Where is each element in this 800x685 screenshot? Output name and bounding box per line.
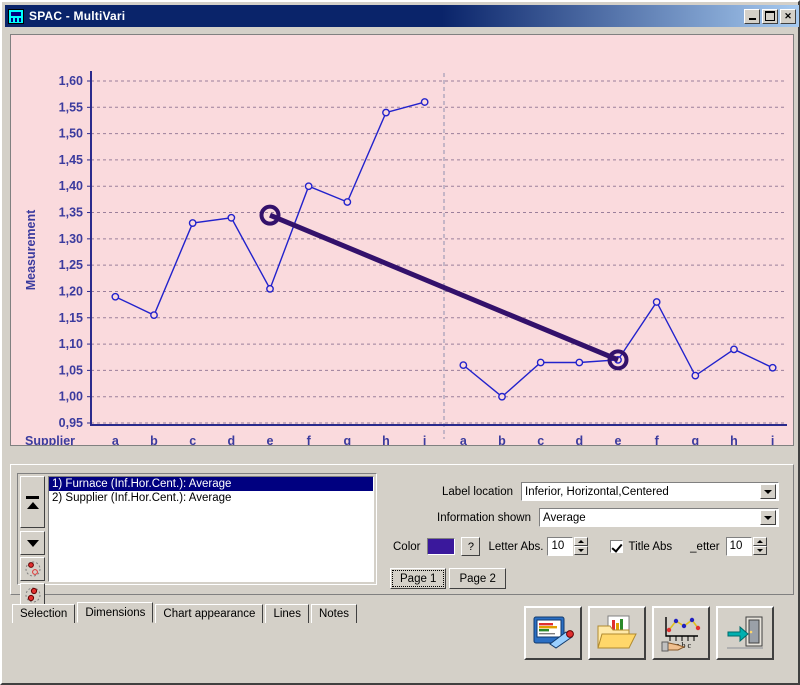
svg-text:1,10: 1,10 <box>59 337 83 351</box>
dimensions-panel: 1) Furnace (Inf.Hor.Cent.): Average 2) S… <box>10 464 794 607</box>
chart-hand-icon: a b c <box>661 617 701 652</box>
minimize-button[interactable] <box>744 8 760 24</box>
dimension-list-buttons <box>18 474 48 607</box>
svg-text:d: d <box>576 434 584 445</box>
svg-text:a: a <box>112 434 120 445</box>
multivari-chart: 1,60 1,55 1,50 1,45 1,40 1,35 1,30 1,25 1,20 1,15… <box>11 35 793 445</box>
maximize-button[interactable] <box>762 8 778 24</box>
svg-text:1,50: 1,50 <box>59 127 83 141</box>
svg-text:h: h <box>730 434 738 445</box>
label-location-label: Label location <box>442 485 513 498</box>
svg-text:1,45: 1,45 <box>59 153 83 167</box>
letter-abs-decrement[interactable] <box>574 546 589 555</box>
letter-abs-value[interactable]: 10 <box>547 537 574 556</box>
letter-label: _etter <box>690 540 720 553</box>
page-buttons: Page 1 Page 2 <box>390 568 506 589</box>
dots-circle-icon <box>25 561 40 577</box>
svg-text:1,05: 1,05 <box>59 363 83 377</box>
information-shown-row: Information shown Average <box>421 508 779 527</box>
information-shown-label: Information shown <box>437 511 531 524</box>
label-location-select[interactable]: Inferior, Horizontal,Centered <box>521 482 779 501</box>
svg-text:b: b <box>498 434 506 445</box>
svg-text:1,35: 1,35 <box>59 206 83 220</box>
chevron-down-icon[interactable] <box>760 484 776 499</box>
label-location-row: Label location Inferior, Horizontal,Cent… <box>421 482 779 501</box>
tab-lines[interactable]: Lines <box>265 604 309 623</box>
svg-text:1,40: 1,40 <box>59 179 83 193</box>
svg-text:c: c <box>189 434 196 445</box>
svg-text:c: c <box>537 434 544 445</box>
exit-button[interactable] <box>716 606 774 660</box>
letter-decrement[interactable] <box>752 546 767 555</box>
open-folder-button[interactable] <box>588 606 646 660</box>
svg-text:b: b <box>150 434 158 445</box>
letter-abs-stepper[interactable]: 10 <box>547 537 589 556</box>
svg-text:1,55: 1,55 <box>59 100 83 114</box>
letter-stepper[interactable]: 10 <box>725 537 767 556</box>
color-label: Color <box>393 540 421 553</box>
arrow-down-icon <box>26 539 39 547</box>
svg-text:g: g <box>344 434 352 445</box>
letter-increment[interactable] <box>752 537 767 546</box>
svg-text:d: d <box>228 434 236 445</box>
svg-text:1,30: 1,30 <box>59 232 83 246</box>
svg-text:Supplier: Supplier <box>25 434 75 445</box>
tab-chart-appearance[interactable]: Chart appearance <box>155 604 264 623</box>
edit-chart-button[interactable] <box>524 606 582 660</box>
label-location-value: Inferior, Horizontal,Centered <box>525 485 669 498</box>
dimension-list[interactable]: 1) Furnace (Inf.Hor.Cent.): Average 2) S… <box>48 476 374 582</box>
move-down-button[interactable] <box>20 531 45 555</box>
svg-text:Measurement: Measurement <box>24 209 38 290</box>
tab-notes[interactable]: Notes <box>310 604 357 623</box>
exit-door-icon <box>727 616 763 649</box>
application-window: SPAC - MultiVari ✕ 1,60 1,55 1,50 1,45 1,40 1… <box>0 0 800 685</box>
edit-chart-icon <box>533 616 574 649</box>
color-row: Color ? Letter Abs. 10 Title Abs _etter … <box>393 537 767 556</box>
svg-text:i: i <box>423 434 426 445</box>
window-title: SPAC - MultiVari <box>29 9 126 23</box>
title-bar: SPAC - MultiVari ✕ <box>5 5 799 27</box>
multivari-chart-panel[interactable]: 1,60 1,55 1,50 1,45 1,40 1,35 1,30 1,25 1,20 1,15… <box>10 34 794 446</box>
tab-selection[interactable]: Selection <box>12 604 76 623</box>
svg-text:1,20: 1,20 <box>59 284 83 298</box>
list-item[interactable]: 1) Furnace (Inf.Hor.Cent.): Average <box>49 477 373 491</box>
information-shown-value: Average <box>543 511 586 524</box>
group-dots-button-1[interactable] <box>20 557 45 581</box>
svg-text:e: e <box>267 434 274 445</box>
bottom-toolbar: a b c <box>524 606 774 660</box>
page-1-button[interactable]: Page 1 <box>390 568 447 589</box>
open-folder-icon <box>597 615 637 649</box>
title-abs-label: Title Abs <box>628 540 673 553</box>
svg-text:1,60: 1,60 <box>59 74 83 88</box>
svg-text:0,95: 0,95 <box>59 416 83 430</box>
dimension-list-container: 1) Furnace (Inf.Hor.Cent.): Average 2) S… <box>17 473 377 607</box>
page-2-button[interactable]: Page 2 <box>449 568 506 589</box>
top-bar-icon <box>26 495 39 499</box>
close-button[interactable]: ✕ <box>780 8 796 24</box>
letter-value[interactable]: 10 <box>725 537 752 556</box>
color-swatch[interactable] <box>427 538 456 555</box>
list-item[interactable]: 2) Supplier (Inf.Hor.Cent.): Average <box>49 491 373 505</box>
svg-text:1,15: 1,15 <box>59 311 83 325</box>
letter-abs-increment[interactable] <box>574 537 589 546</box>
svg-text:1,00: 1,00 <box>59 390 83 404</box>
color-help-button[interactable]: ? <box>461 537 481 556</box>
title-abs-checkbox[interactable] <box>610 540 624 553</box>
arrow-up-icon <box>26 501 39 509</box>
tab-bar: Selection Dimensions Chart appearance Li… <box>12 602 359 623</box>
window-controls: ✕ <box>744 8 796 24</box>
svg-text:h: h <box>382 434 390 445</box>
svg-text:e: e <box>615 434 622 445</box>
svg-text:i: i <box>771 434 774 445</box>
tab-dimensions[interactable]: Dimensions <box>77 602 154 623</box>
svg-text:a: a <box>460 434 468 445</box>
customize-chart-button[interactable]: a b c <box>652 606 710 660</box>
chevron-down-icon[interactable] <box>760 510 776 525</box>
app-icon <box>8 8 24 24</box>
information-shown-select[interactable]: Average <box>539 508 779 527</box>
move-up-button[interactable] <box>20 476 45 528</box>
svg-text:g: g <box>692 434 700 445</box>
letter-abs-label: Letter Abs. <box>488 540 544 553</box>
svg-text:1,25: 1,25 <box>59 258 83 272</box>
